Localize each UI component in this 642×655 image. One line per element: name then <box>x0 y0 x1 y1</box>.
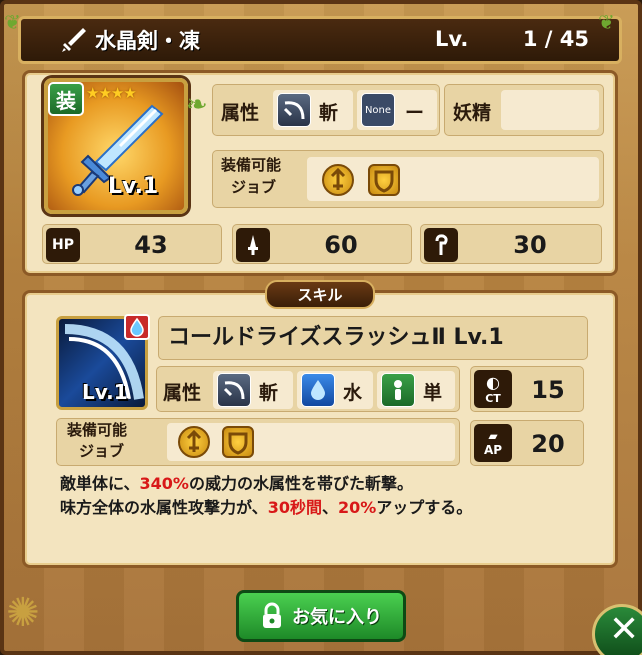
single-target-icon <box>381 373 415 407</box>
water-drop-badge-icon <box>124 314 150 340</box>
none-element-icon: None <box>361 93 395 127</box>
hp-stat: HP 43 <box>42 224 222 264</box>
skill-job-label-line1: 装備可能 <box>67 421 128 439</box>
attribute-label: 属性 <box>221 102 260 124</box>
magic-stat: 30 <box>420 224 602 264</box>
attack-icon <box>236 228 270 262</box>
skill-attribute-label: 属性 <box>163 382 202 404</box>
job-label-line2: ジョブ <box>231 178 277 196</box>
job-shield-icon <box>368 164 400 196</box>
water-icon <box>301 373 335 407</box>
ct-label: CT <box>485 392 501 405</box>
item-name: 水晶剣・凍 <box>95 29 200 53</box>
ap-stat: ▰ AP 20 <box>470 420 584 466</box>
level-value: 1 / 45 <box>522 27 589 51</box>
favorite-button[interactable]: お気に入り <box>236 590 406 642</box>
skill-level: Lv.1 <box>82 380 128 404</box>
corner-ornament-icon: ✺ <box>6 590 40 636</box>
fairy-row: 妖精 <box>444 84 604 136</box>
fairy-label: 妖精 <box>453 102 492 124</box>
ap-label: AP <box>483 443 503 457</box>
attack-stat: 60 <box>232 224 412 264</box>
job-label-line1: 装備可能 <box>221 156 282 174</box>
title-bar: 水晶剣・凍 Lv. 1 / 45 <box>18 16 622 64</box>
skill-water-label: 水 <box>343 382 363 404</box>
fairy-slot <box>501 90 599 130</box>
ap-icon: ▰ AP <box>474 424 512 462</box>
ap-value: 20 <box>531 430 565 458</box>
skill-job-label-line2: ジョブ <box>79 442 125 460</box>
skill-header: スキル <box>200 279 440 309</box>
level-label: Lv. <box>435 27 469 51</box>
slash-icon <box>277 93 311 127</box>
skill-job-row: 装備可能 ジョブ <box>56 418 460 466</box>
rarity-stars: ★★★★ <box>86 84 137 102</box>
ct-icon: ◐ CT <box>474 370 512 408</box>
job-knight-icon <box>322 164 354 196</box>
weapon-level: Lv.1 <box>108 174 159 199</box>
element-value: ー <box>405 102 425 124</box>
skill-header-label: スキル <box>265 279 375 309</box>
leaf-decoration-icon: ❦ <box>4 10 21 34</box>
skill-description: 敵単体に、340%の威力の水属性を帯びた斬撃。 味方全体の水属性攻撃力が、30秒… <box>60 472 600 520</box>
slash-label: 斬 <box>319 102 339 124</box>
job-knight-icon <box>178 426 210 458</box>
leaf-decoration-icon: ❧ <box>186 90 208 120</box>
sword-icon <box>59 25 89 55</box>
skill-single-label: 単 <box>423 382 443 404</box>
skill-slash-label: 斬 <box>259 382 279 404</box>
hp-value: 43 <box>134 231 168 259</box>
ct-value: 15 <box>531 376 565 404</box>
skill-name: コールドライズスラッシュⅡ Lv.1 <box>168 325 504 350</box>
ct-stat: ◐ CT 15 <box>470 366 584 412</box>
attribute-row: 属性 斬 None ー <box>212 84 440 136</box>
lock-icon <box>260 602 284 630</box>
skill-attribute-row: 属性 斬 水 単 <box>156 366 460 412</box>
magic-staff-icon <box>424 228 458 262</box>
slash-icon <box>217 373 251 407</box>
magic-value: 30 <box>513 231 547 259</box>
skill-description-line2: 味方全体の水属性攻撃力が、30秒間、20%アップする。 <box>60 498 473 517</box>
equipped-badge: 装 <box>48 82 84 116</box>
skill-description-line1: 敵単体に、340%の威力の水属性を帯びた斬撃。 <box>60 474 413 493</box>
job-row: 装備可能 ジョブ <box>212 150 604 208</box>
hp-icon: HP <box>46 228 80 262</box>
favorite-button-label: お気に入り <box>292 607 382 628</box>
attack-value: 60 <box>324 231 358 259</box>
job-shield-icon <box>222 426 254 458</box>
leaf-decoration-icon: ❦ <box>598 10 615 34</box>
close-icon: ✕ <box>609 609 640 650</box>
